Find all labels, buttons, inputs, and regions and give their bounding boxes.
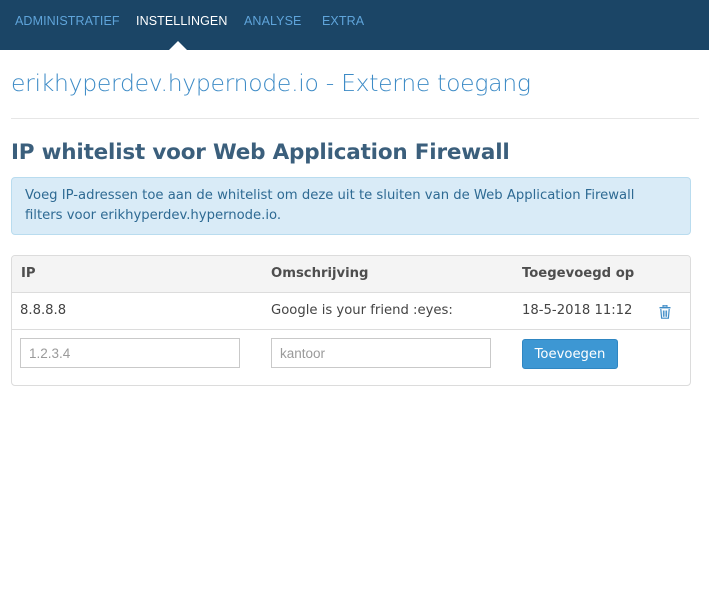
section-title: IP whitelist voor Web Application Firewa… <box>11 140 510 165</box>
table-row: 8.8.8.8 Google is your friend :eyes: 18-… <box>12 293 690 330</box>
page-title: erikhyperdev.hypernode.io - Externe toeg… <box>11 69 531 97</box>
nav-item-extra[interactable]: EXTRA <box>322 0 364 42</box>
nav-item-instellingen[interactable]: INSTELLINGEN <box>136 0 228 42</box>
ip-input[interactable] <box>20 338 240 368</box>
cell-ip: 8.8.8.8 <box>20 303 67 318</box>
column-header-omschrijving: Omschrijving <box>271 266 369 281</box>
cell-description: Google is your friend :eyes: <box>271 303 453 318</box>
info-text-line-1: Voeg IP-adressen toe aan de whitelist om… <box>25 188 635 203</box>
add-button[interactable]: Toevoegen <box>522 339 618 369</box>
nav-item-administratief[interactable]: ADMINISTRATIEF <box>15 0 120 42</box>
nav-item-analyse[interactable]: ANALYSE <box>244 0 301 42</box>
active-tab-indicator <box>169 41 187 50</box>
column-header-toegevoegd-op: Toegevoegd op <box>522 266 635 281</box>
column-header-ip: IP <box>21 266 36 281</box>
table-header: IP Omschrijving Toegevoegd op <box>12 256 690 293</box>
title-divider <box>11 118 699 119</box>
cell-added-date: 18-5-2018 11:12 <box>522 303 633 318</box>
description-input[interactable] <box>271 338 491 368</box>
info-alert: Voeg IP-adressen toe aan de whitelist om… <box>11 177 691 235</box>
top-navigation: ADMINISTRATIEF INSTELLINGEN ANALYSE EXTR… <box>0 0 709 50</box>
whitelist-table: IP Omschrijving Toegevoegd op 8.8.8.8 Go… <box>11 255 691 386</box>
trash-icon[interactable] <box>659 305 671 319</box>
info-text-line-2: filters voor erikhyperdev.hypernode.io. <box>25 208 282 223</box>
